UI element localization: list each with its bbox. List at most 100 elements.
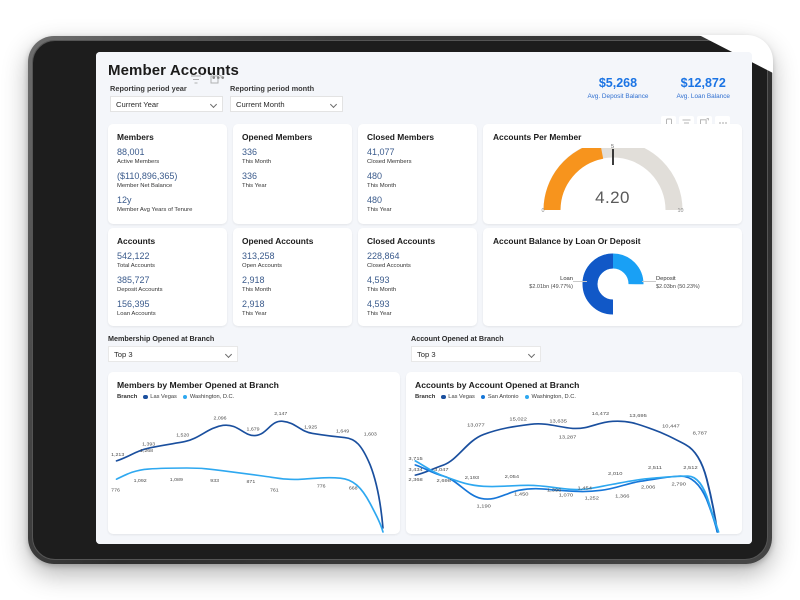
card-title: Members (117, 132, 154, 142)
stat-value: 4,593 (367, 299, 390, 309)
stat-label: Member Net Balance (117, 183, 173, 189)
card-accounts[interactable]: Accounts 542,122 Total Accounts 385,727 … (108, 228, 227, 326)
donut-callout-loan: Loan $2.01bn (49.77%) (507, 275, 573, 291)
stat-member-net-balance: ($110,896,365) Member Net Balance (117, 171, 218, 189)
svg-text:3,047: 3,047 (434, 467, 448, 473)
tablet-screen: Member Accounts ••• Reporting period yea… (96, 52, 752, 544)
filter-account-opened-at-branch: Account Opened at Branch Top 3 (411, 334, 541, 362)
svg-text:2,698: 2,698 (437, 479, 451, 485)
donut-leader-right (642, 281, 656, 282)
svg-text:10,447: 10,447 (662, 424, 680, 430)
stat-total-accounts: 542,122 Total Accounts (117, 251, 218, 269)
gauge-chart: 5 4.20 0 10 (538, 140, 688, 214)
donut-slice-name: Deposit (656, 276, 676, 282)
legend-item-washington-dc[interactable]: Washington, D.C. (524, 394, 576, 400)
visual-accounts-by-branch-line-chart[interactable]: Accounts by Account Opened at Branch Bra… (406, 372, 742, 534)
kpi-avg-deposit-balance: $5,268 Avg. Deposit Balance (587, 76, 648, 100)
filter-month-select[interactable]: Current Month (230, 96, 343, 112)
stat-label: This Year (367, 207, 392, 213)
svg-text:13,287: 13,287 (559, 435, 577, 441)
donut-svg (582, 253, 643, 315)
stat-label: This Year (242, 311, 267, 317)
legend-item-las-vegas[interactable]: Las Vegas (441, 394, 475, 400)
svg-text:2,368: 2,368 (408, 478, 422, 484)
chevron-down-icon (527, 350, 536, 359)
card-title: Closed Accounts (367, 236, 436, 246)
gauge-value: 4.20 (595, 188, 630, 207)
svg-text:1,520: 1,520 (176, 433, 189, 439)
stat-label: This Year (367, 311, 392, 317)
svg-text:761: 761 (270, 487, 279, 493)
card-title: Closed Members (367, 132, 435, 142)
stat-value: 2,918 (242, 275, 265, 285)
svg-text:2,096: 2,096 (214, 415, 227, 421)
svg-text:1,393: 1,393 (142, 442, 155, 448)
legend-swatch (441, 394, 446, 400)
card-opened-accounts[interactable]: Opened Accounts 313,258 Open Accounts 2,… (233, 228, 352, 326)
filter-value: Top 3 (417, 349, 436, 359)
svg-text:1,396: 1,396 (547, 488, 561, 494)
stat-label: Open Accounts (242, 263, 282, 269)
card-closed-members[interactable]: Closed Members 41,077 Closed Members 480… (358, 124, 477, 224)
stat-closed-accounts-month: 4,593 This Month (367, 275, 468, 293)
filter-year-label: Reporting period year (110, 84, 187, 93)
bottom-filters: Membership Opened at Branch Top 3 Accoun… (108, 334, 742, 368)
svg-text:1,190: 1,190 (476, 504, 490, 510)
stat-label: This Month (242, 159, 272, 165)
stat-value: 2,918 (242, 299, 265, 309)
kpi-label: Avg. Loan Balance (676, 93, 730, 100)
svg-text:2,790: 2,790 (672, 482, 686, 488)
chevron-down-icon (209, 100, 218, 109)
svg-text:15,022: 15,022 (509, 417, 527, 423)
stat-label: Active Members (117, 159, 160, 165)
donut-slice-value: $2.03bn (50.23%) (656, 284, 700, 290)
svg-text:933: 933 (210, 478, 219, 484)
chart-legend: Branch Las Vegas San Antonio Washington,… (415, 394, 733, 400)
visual-members-by-branch-line-chart[interactable]: Members by Member Opened at Branch Branc… (108, 372, 400, 534)
filter-account-branch-select[interactable]: Top 3 (411, 346, 541, 362)
stat-value: 228,864 (367, 251, 400, 261)
donut-slice-value: $2.01bn (49.77%) (529, 284, 573, 290)
kpi-avg-loan-balance: $12,872 Avg. Loan Balance (676, 76, 730, 100)
kpi-value: $12,872 (680, 76, 726, 90)
legend-label: San Antonio (487, 394, 519, 400)
stat-opened-members-month: 336 This Month (242, 147, 343, 165)
report-header: Member Accounts ••• Reporting period yea… (108, 62, 740, 129)
cards-row-members: Members 88,001 Active Members ($110,896,… (108, 124, 742, 224)
more-options-icon[interactable]: ••• (212, 73, 226, 84)
stat-opened-accounts-month: 2,918 This Month (242, 275, 343, 293)
card-closed-accounts[interactable]: Closed Accounts 228,864 Closed Accounts … (358, 228, 477, 326)
card-title: Accounts (117, 236, 156, 246)
legend-label: Washington, D.C. (189, 394, 235, 400)
visual-account-balance-donut[interactable]: Account Balance by Loan Or Deposit Loan … (483, 228, 742, 326)
kpi-strip: $5,268 Avg. Deposit Balance $12,872 Avg.… (587, 76, 730, 100)
legend-item-washington-dc[interactable]: Washington, D.C. (182, 394, 235, 400)
stat-label: This Month (367, 287, 397, 293)
stat-value: 12y (117, 195, 132, 205)
legend-label: Las Vegas (150, 394, 177, 400)
visual-accounts-per-member-gauge[interactable]: Accounts Per Member 5 4.20 0 10 (483, 124, 742, 224)
legend-item-san-antonio[interactable]: San Antonio (480, 394, 519, 400)
card-opened-members[interactable]: Opened Members 336 This Month 336 This Y… (233, 124, 352, 224)
stat-label: Member Avg Years of Tenure (117, 207, 193, 213)
stat-value: 480 (367, 171, 383, 181)
stat-value: 41,077 (367, 147, 395, 157)
filter-membership-branch-select[interactable]: Top 3 (108, 346, 238, 362)
stat-value: 480 (367, 195, 383, 205)
svg-text:13,077: 13,077 (467, 423, 485, 429)
svg-text:2,006: 2,006 (641, 485, 655, 491)
stat-value: 4,593 (367, 275, 390, 285)
stat-closed-accounts-year: 4,593 This Year (367, 299, 468, 317)
svg-text:1,450: 1,450 (514, 492, 528, 498)
legend-item-las-vegas[interactable]: Las Vegas (143, 394, 177, 400)
filter-year-select[interactable]: Current Year (110, 96, 223, 112)
chart-plot-area: 1,213 1,268 1,393 1,520 2,096 1,679 2,14… (108, 402, 400, 534)
svg-text:2,193: 2,193 (465, 475, 479, 481)
filter-label: Membership Opened at Branch (108, 334, 215, 343)
donut-callout-deposit: Deposit $2.03bn (50.23%) (656, 275, 724, 291)
stat-label: This Month (367, 183, 397, 189)
stat-member-avg-tenure: 12y Member Avg Years of Tenure (117, 195, 218, 213)
svg-text:1,089: 1,089 (170, 477, 183, 483)
card-members[interactable]: Members 88,001 Active Members ($110,896,… (108, 124, 227, 224)
svg-text:13,695: 13,695 (629, 414, 647, 420)
